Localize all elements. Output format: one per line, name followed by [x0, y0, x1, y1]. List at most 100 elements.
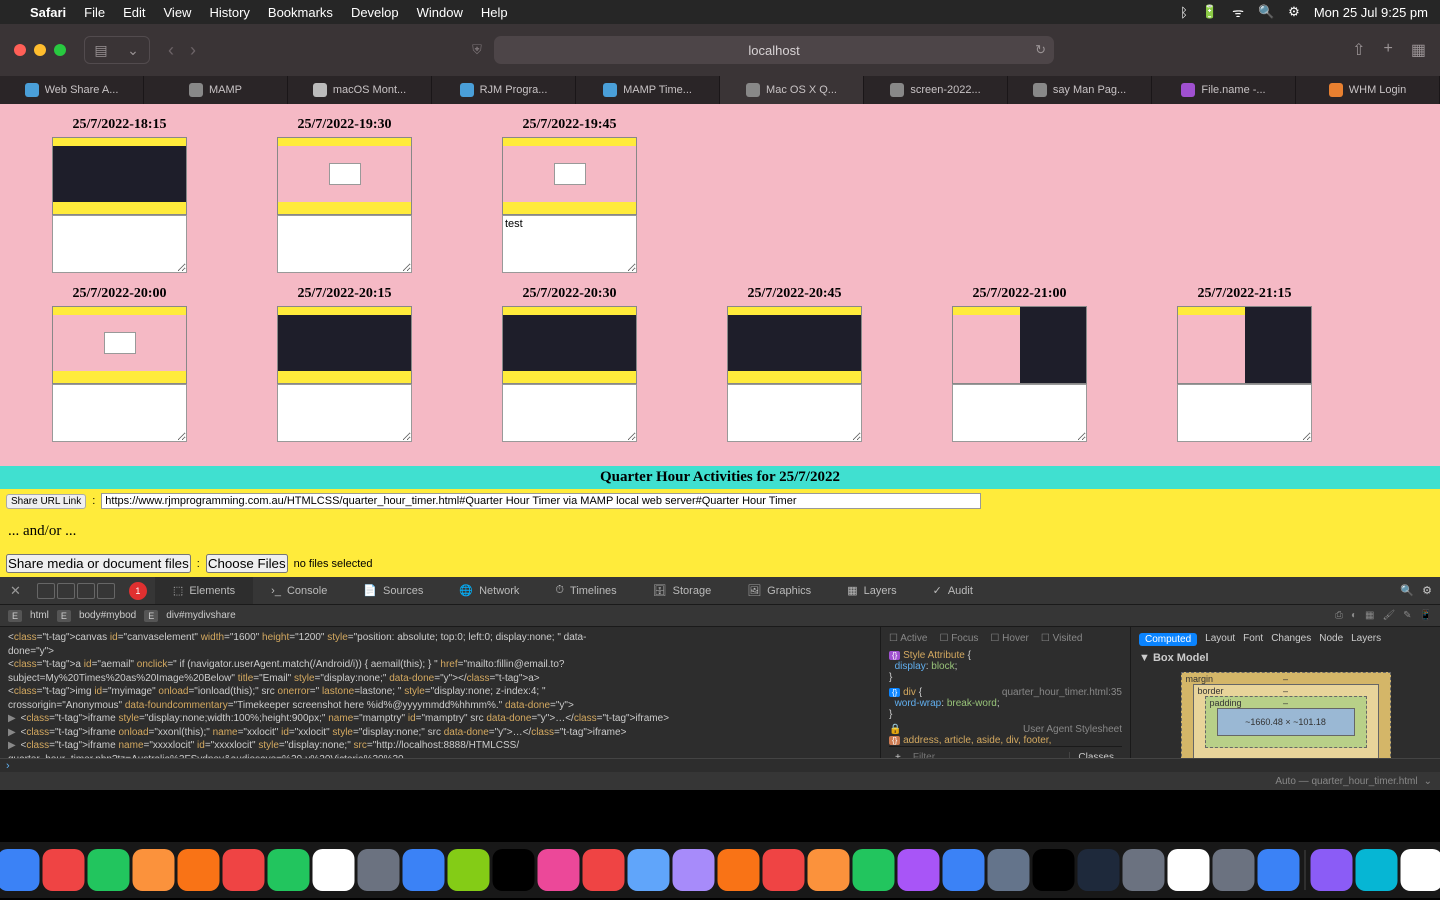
tab-layout[interactable]: Layout — [1205, 633, 1235, 646]
dock-app-icon[interactable] — [943, 849, 985, 891]
back-button[interactable]: ‹ — [168, 40, 174, 61]
dock-app-icon[interactable] — [1078, 849, 1120, 891]
screenshot-thumbnail[interactable] — [952, 306, 1087, 384]
dock-app-icon[interactable] — [178, 849, 220, 891]
note-textarea[interactable] — [277, 215, 412, 273]
dock-app-icon[interactable] — [1213, 849, 1255, 891]
crumb-html[interactable]: html — [30, 610, 49, 621]
note-textarea[interactable] — [502, 384, 637, 442]
dock-app-icon[interactable] — [673, 849, 715, 891]
screenshot-thumbnail[interactable] — [1177, 306, 1312, 384]
address-bar[interactable]: ⛨ localhost ↻ — [494, 36, 1054, 64]
screenshot-thumbnail[interactable] — [502, 137, 637, 215]
note-textarea[interactable]: test — [502, 215, 637, 273]
dock-app-icon[interactable] — [43, 849, 85, 891]
dom-tree[interactable]: <class="t-tag">canvas id="canvaselement"… — [0, 627, 880, 758]
note-textarea[interactable] — [952, 384, 1087, 442]
dock-app-icon[interactable] — [718, 849, 760, 891]
tab-elements[interactable]: ⬚Elements — [155, 577, 253, 604]
browser-tab[interactable]: RJM Progra... — [432, 76, 576, 104]
console-prompt[interactable]: › — [0, 758, 1440, 772]
tab-font[interactable]: Font — [1243, 633, 1263, 646]
browser-tab[interactable]: screen-2022... — [864, 76, 1008, 104]
app-name[interactable]: Safari — [30, 5, 66, 20]
dock-app-icon[interactable] — [898, 849, 940, 891]
edit-icon[interactable]: ✎ — [1403, 610, 1411, 621]
rulers-icon[interactable]: ▦ — [1365, 610, 1374, 621]
dock-app-icon[interactable] — [0, 849, 40, 891]
dock-app-icon[interactable] — [583, 849, 625, 891]
dock-app-icon[interactable] — [448, 849, 490, 891]
share-url-button[interactable]: Share URL Link — [6, 494, 86, 509]
browser-tab[interactable]: say Man Pag... — [1008, 76, 1152, 104]
browser-tab[interactable]: Web Share A... — [0, 76, 144, 104]
menu-view[interactable]: View — [164, 5, 192, 20]
crumb-div[interactable]: div#mydivshare — [166, 610, 235, 621]
note-textarea[interactable] — [277, 384, 412, 442]
close-inspector-icon[interactable]: ✕ — [0, 583, 31, 599]
dock-window-icon[interactable] — [77, 583, 95, 599]
browser-tab[interactable]: macOS Mont... — [288, 76, 432, 104]
browser-tab[interactable]: MAMP Time... — [576, 76, 720, 104]
dock-app-icon[interactable] — [628, 849, 670, 891]
control-center-icon[interactable]: ⚙ — [1288, 4, 1300, 20]
new-tab-icon[interactable]: + — [1384, 40, 1393, 60]
dock-app-icon[interactable] — [808, 849, 850, 891]
dock-bottom-icon[interactable] — [57, 583, 75, 599]
box-model-diagram[interactable]: margin– border– padding– ~1660.48 × ~101… — [1181, 672, 1391, 758]
gear-icon[interactable]: ⚙ — [1422, 584, 1432, 597]
tab-sources[interactable]: 📄Sources — [345, 577, 441, 604]
dock-app-icon[interactable] — [133, 849, 175, 891]
close-window-button[interactable] — [14, 44, 26, 56]
dock-app-icon[interactable] — [223, 849, 265, 891]
error-badge[interactable]: 1 — [129, 582, 147, 600]
sidebar-toggle[interactable]: ▤ ⌄ — [84, 36, 150, 64]
screenshot-thumbnail[interactable] — [52, 306, 187, 384]
zoom-window-button[interactable] — [54, 44, 66, 56]
bluetooth-icon[interactable]: ᛒ — [1180, 5, 1188, 20]
tab-network[interactable]: 🌐Network — [441, 577, 537, 604]
dock-app-icon[interactable] — [268, 849, 310, 891]
dock-app-icon[interactable] — [1123, 849, 1165, 891]
browser-tab[interactable]: Mac OS X Q... — [720, 76, 864, 104]
tab-graphics[interactable]: 🖼Graphics — [729, 577, 829, 604]
tab-node[interactable]: Node — [1319, 633, 1343, 646]
color-scheme-icon[interactable]: ◐ — [1351, 610, 1357, 621]
element-picker-icon[interactable] — [97, 583, 115, 599]
dock-app-icon[interactable] — [853, 849, 895, 891]
tab-layers2[interactable]: Layers — [1351, 633, 1381, 646]
menu-history[interactable]: History — [209, 5, 249, 20]
crumb-body[interactable]: body#mybod — [79, 610, 136, 621]
screenshot-thumbnail[interactable] — [502, 306, 637, 384]
dock-app-icon[interactable] — [403, 849, 445, 891]
tab-computed[interactable]: Computed — [1139, 633, 1197, 646]
screenshot-thumbnail[interactable] — [277, 306, 412, 384]
note-textarea[interactable] — [727, 384, 862, 442]
note-textarea[interactable] — [52, 384, 187, 442]
screenshot-thumbnail[interactable] — [727, 306, 862, 384]
menu-file[interactable]: File — [84, 5, 105, 20]
menu-window[interactable]: Window — [417, 5, 463, 20]
share-icon[interactable]: ⇧ — [1352, 40, 1365, 60]
dock-app-icon[interactable] — [1401, 849, 1440, 891]
dock-app-icon[interactable] — [1356, 849, 1398, 891]
tab-storage[interactable]: 🗄Storage — [635, 577, 730, 604]
privacy-shield-icon[interactable]: ⛨ — [472, 42, 482, 58]
tab-layers[interactable]: ▦Layers — [829, 577, 914, 604]
dock-app-icon[interactable] — [1311, 849, 1353, 891]
dock-side-icon[interactable] — [37, 583, 55, 599]
note-textarea[interactable] — [52, 215, 187, 273]
menu-help[interactable]: Help — [481, 5, 508, 20]
dock-app-icon[interactable] — [538, 849, 580, 891]
battery-icon[interactable]: 🔋 — [1202, 4, 1218, 20]
spotlight-icon[interactable]: 🔍 — [1258, 4, 1274, 20]
reload-icon[interactable]: ↻ — [1035, 42, 1046, 58]
screenshot-thumbnail[interactable] — [52, 137, 187, 215]
menu-edit[interactable]: Edit — [123, 5, 145, 20]
note-textarea[interactable] — [1177, 384, 1312, 442]
dock-app-icon[interactable] — [763, 849, 805, 891]
share-files-button[interactable]: Share media or document files — [6, 554, 191, 573]
dock-app-icon[interactable] — [988, 849, 1030, 891]
forward-button[interactable]: › — [190, 40, 196, 61]
dock-app-icon[interactable] — [313, 849, 355, 891]
